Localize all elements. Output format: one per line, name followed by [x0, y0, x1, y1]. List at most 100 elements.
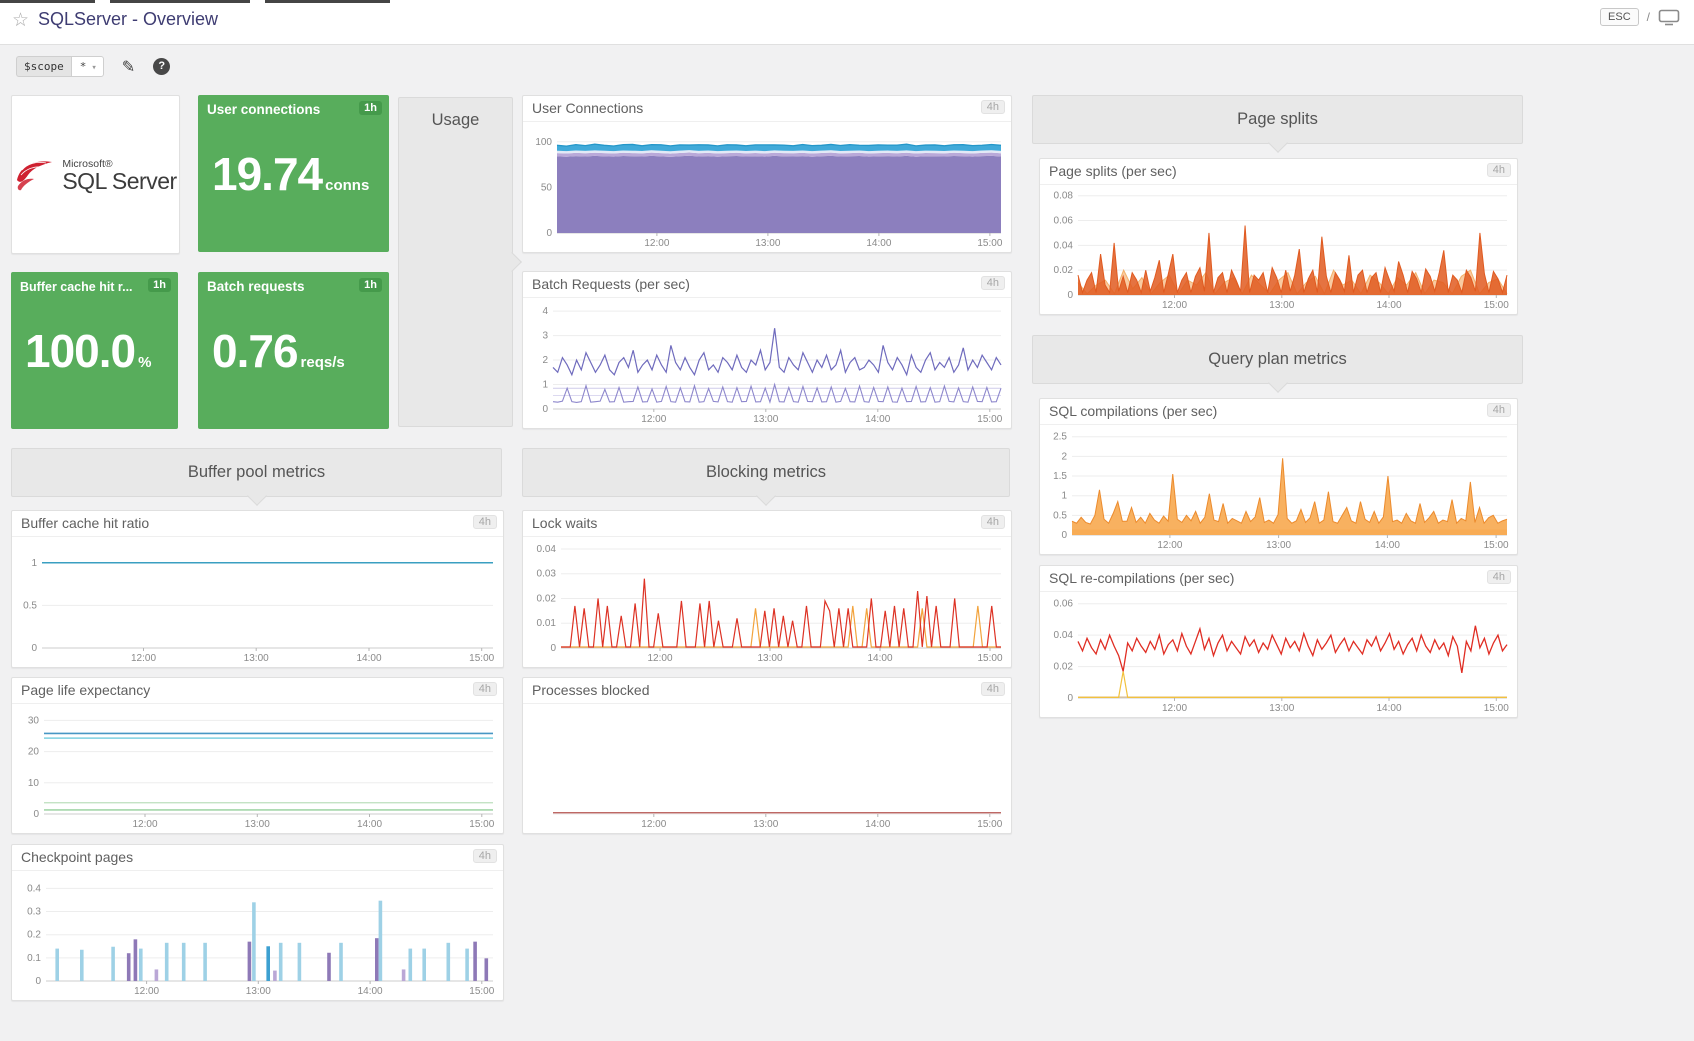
- svg-text:13:00: 13:00: [753, 414, 778, 425]
- scope-label: $scope: [16, 56, 71, 77]
- esc-key-button[interactable]: ESC: [1600, 8, 1639, 26]
- svg-text:14:00: 14:00: [865, 414, 890, 425]
- chart-title: SQL re-compilations (per sec): [1049, 570, 1235, 586]
- chart-canvas-user-connections[interactable]: 0 50 100 12:00 13:00 14:00 15:00: [523, 122, 1009, 250]
- svg-text:12:00: 12:00: [1162, 300, 1187, 311]
- chart-title: User Connections: [532, 100, 644, 116]
- chart-card-checkpoint-pages: Checkpoint pages 4h 0 0.1 0.2 0.3 0.4 12:00 13:…: [11, 844, 504, 1001]
- svg-text:12:00: 12:00: [131, 653, 156, 664]
- chart-card-user-connections: User Connections 4h 0 50 100 12:00 13:00 14:00…: [522, 95, 1012, 253]
- svg-text:12:00: 12:00: [1162, 703, 1187, 714]
- svg-text:1: 1: [31, 558, 37, 569]
- svg-text:15:00: 15:00: [977, 414, 1002, 425]
- svg-text:10: 10: [28, 778, 40, 789]
- page-title: SQLServer - Overview: [38, 9, 219, 29]
- svg-text:15:00: 15:00: [977, 653, 1002, 664]
- chart-title: Processes blocked: [532, 682, 650, 698]
- svg-text:13:00: 13:00: [1269, 703, 1294, 714]
- svg-text:0.04: 0.04: [1054, 630, 1074, 641]
- section-header-blocking-metrics: Blocking metrics: [522, 448, 1010, 497]
- logo-sqlserver-label: SQL Server: [62, 167, 177, 194]
- chart-title: Page life expectancy: [21, 682, 151, 698]
- help-icon[interactable]: ?: [153, 58, 171, 75]
- section-header-page-splits: Page splits: [1032, 95, 1523, 144]
- timeframe-badge: 4h: [980, 100, 1005, 114]
- timeframe-badge: 4h: [1486, 403, 1511, 417]
- svg-text:1: 1: [542, 380, 548, 391]
- chart-title: Lock waits: [532, 515, 598, 531]
- chart-card-lock-waits: Lock waits 4h 0 0.01 0.02 0.03 0.04 12:00 13:00…: [522, 510, 1012, 668]
- svg-text:13:00: 13:00: [245, 819, 270, 830]
- sqlserver-swoosh-icon: [17, 160, 53, 190]
- section-header-query-plan-metrics: Query plan metrics: [1032, 335, 1523, 384]
- svg-text:15:00: 15:00: [1484, 300, 1509, 311]
- tile-value: 0.76: [212, 325, 299, 377]
- header-bar: ☆ SQLServer - Overview ESC /: [0, 0, 1694, 45]
- chart-canvas-sql-compilations[interactable]: 0 0.5 1 1.5 2 2.5 12:00 13:00 14:00 15:00: [1040, 425, 1515, 552]
- svg-text:100: 100: [535, 137, 552, 148]
- svg-text:12:00: 12:00: [641, 819, 666, 830]
- svg-text:0.1: 0.1: [27, 953, 41, 964]
- svg-text:0.2: 0.2: [27, 930, 41, 941]
- svg-text:13:00: 13:00: [1266, 540, 1291, 551]
- query-value-tile-buffer-cache: Buffer cache hit r... 1h 100.0%: [11, 272, 178, 429]
- favorite-star-icon[interactable]: ☆: [12, 9, 29, 32]
- svg-text:14:00: 14:00: [357, 819, 382, 830]
- timeframe-badge: 4h: [980, 515, 1005, 529]
- svg-text:0.02: 0.02: [1054, 662, 1074, 673]
- chart-canvas-buffer-cache-hit-ratio[interactable]: 0 0.5 1 12:00 13:00 14:00 15:00: [12, 537, 501, 665]
- svg-text:14:00: 14:00: [867, 653, 892, 664]
- chart-canvas-lock-waits[interactable]: 0 0.01 0.02 0.03 0.04 12:00 13:00 14:00 15:00: [523, 537, 1009, 665]
- chart-canvas-checkpoint-pages[interactable]: 0 0.1 0.2 0.3 0.4 12:00 13:00 14:00 15:00: [12, 871, 501, 998]
- tile-title: Buffer cache hit r...: [20, 280, 133, 294]
- svg-text:1.5: 1.5: [1053, 471, 1067, 482]
- svg-text:0: 0: [35, 976, 41, 987]
- chart-canvas-batch-requests[interactable]: 0 1 2 3 4 12:00 13:00 14:00 15:00: [523, 298, 1009, 426]
- scope-value-dropdown[interactable]: * ▾: [70, 56, 104, 77]
- tile-value: 19.74: [212, 148, 323, 200]
- svg-text:15:00: 15:00: [469, 653, 494, 664]
- chart-title: Buffer cache hit ratio: [21, 515, 150, 531]
- query-value-tile-batch-requests: Batch requests 1h 0.76 reqs/s: [198, 272, 389, 429]
- svg-text:0: 0: [550, 643, 556, 654]
- svg-text:13:00: 13:00: [753, 819, 778, 830]
- svg-text:0: 0: [31, 643, 37, 654]
- svg-text:0: 0: [33, 809, 39, 820]
- chart-canvas-page-splits[interactable]: 0 0.02 0.04 0.06 0.08 12:00 13:00 14:00 15:00: [1040, 185, 1515, 312]
- chart-title: Batch Requests (per sec): [532, 276, 690, 292]
- svg-text:13:00: 13:00: [755, 238, 780, 249]
- chart-canvas-processes-blocked[interactable]: 12:00 13:00 14:00 15:00: [523, 704, 1009, 831]
- timeframe-badge: 4h: [472, 849, 497, 863]
- svg-text:15:00: 15:00: [1484, 703, 1509, 714]
- browser-chrome-fragment: [110, 0, 250, 3]
- chart-canvas-page-life-expectancy[interactable]: 0 10 20 30 12:00 13:00 14:00 15:00: [12, 704, 501, 831]
- svg-text:0: 0: [1067, 693, 1073, 704]
- scope-template-variable[interactable]: $scope * ▾: [16, 56, 104, 77]
- svg-text:13:00: 13:00: [246, 986, 271, 997]
- tile-title: Batch requests: [207, 279, 305, 294]
- svg-text:0.3: 0.3: [27, 907, 41, 918]
- section-header-buffer-pool-metrics: Buffer pool metrics: [11, 448, 502, 497]
- svg-text:0.01: 0.01: [537, 618, 557, 629]
- timeframe-badge: 4h: [980, 276, 1005, 290]
- svg-text:15:00: 15:00: [977, 819, 1002, 830]
- svg-text:14:00: 14:00: [356, 653, 381, 664]
- slash-separator: /: [1646, 10, 1650, 24]
- browser-chrome-fragment: [0, 0, 95, 3]
- timeframe-badge: 1h: [359, 101, 382, 115]
- svg-text:13:00: 13:00: [244, 653, 269, 664]
- section-header-usage: Usage: [398, 97, 513, 427]
- tv-mode-icon[interactable]: [1658, 9, 1680, 26]
- svg-text:0: 0: [546, 228, 552, 239]
- tile-title: User connections: [207, 102, 321, 117]
- sqlserver-logo-card: Microsoft® SQL Server: [11, 95, 180, 254]
- svg-text:0: 0: [542, 404, 548, 415]
- edit-dashboard-icon[interactable]: ✎: [122, 57, 135, 77]
- svg-text:15:00: 15:00: [977, 238, 1002, 249]
- svg-text:0.04: 0.04: [1054, 240, 1074, 251]
- browser-chrome-fragment: [265, 0, 390, 3]
- svg-text:2: 2: [542, 355, 548, 366]
- tile-unit: conns: [325, 177, 370, 194]
- chart-canvas-sql-recompilations[interactable]: 0 0.02 0.04 0.06 12:00 13:00 14:00 15:00: [1040, 592, 1515, 715]
- svg-text:4: 4: [542, 306, 548, 317]
